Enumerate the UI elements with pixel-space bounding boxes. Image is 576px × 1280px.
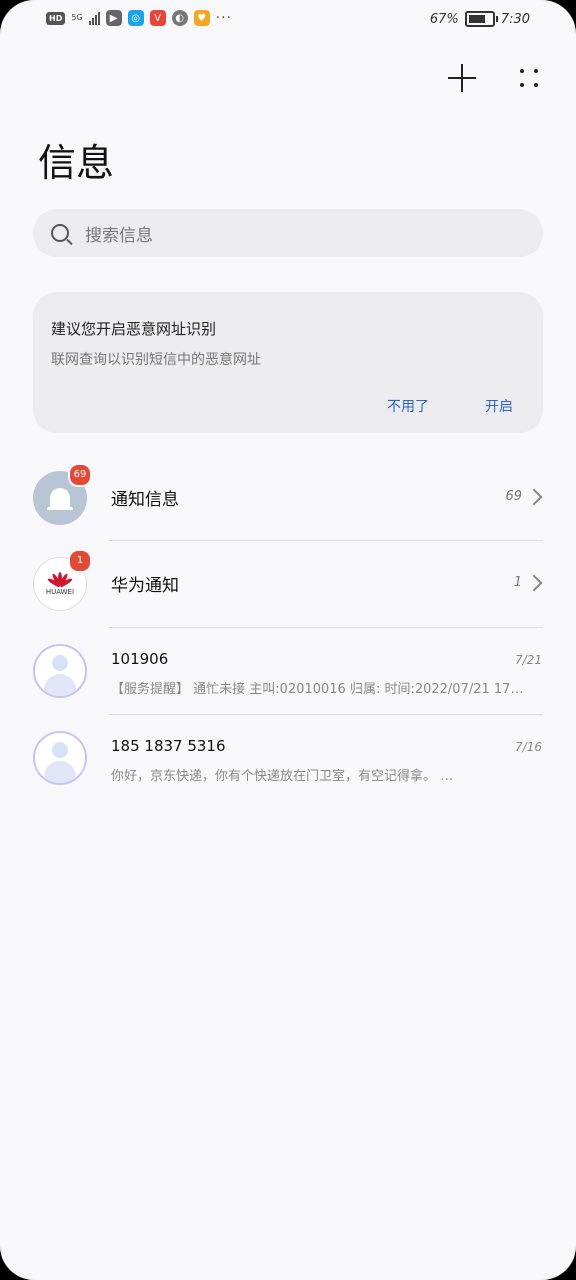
conversation-title: 185 1837 5316 bbox=[111, 737, 226, 755]
network-type: 5G bbox=[71, 13, 83, 22]
unread-count: 69 bbox=[505, 489, 522, 504]
status-right: 67% 7:30 bbox=[430, 11, 530, 27]
avatar bbox=[33, 644, 87, 698]
search-placeholder: 搜索信息 bbox=[85, 225, 153, 246]
conversation-title: 通知信息 bbox=[111, 490, 179, 510]
unread-badge: 1 bbox=[68, 549, 92, 573]
more-grid-icon[interactable] bbox=[518, 67, 540, 89]
page-title: 信息 bbox=[38, 141, 115, 185]
conversation-snippet: 你好，京东快递，你有个快递放在门卫室，有空记得拿。 … bbox=[111, 769, 454, 784]
conversation-18518375316[interactable]: 185 1837 5316 7/16 你好，京东快递，你有个快递放在门卫室，有空… bbox=[0, 715, 576, 801]
enable-button[interactable]: 开启 bbox=[485, 396, 513, 416]
conversation-notifications[interactable]: 69 通知信息 69 bbox=[0, 455, 576, 541]
dismiss-button[interactable]: 不用了 bbox=[387, 396, 429, 416]
battery-percent: 67% bbox=[429, 11, 459, 27]
conversation-huawei[interactable]: HUAWEI 1 华为通知 1 bbox=[0, 541, 576, 627]
bell-icon bbox=[47, 488, 73, 510]
card-title: 建议您开启恶意网址识别 bbox=[51, 320, 217, 338]
search-bar[interactable]: 搜索信息 bbox=[33, 209, 543, 257]
person-icon bbox=[35, 646, 85, 696]
avatar bbox=[33, 731, 87, 785]
signal-icon bbox=[88, 11, 100, 25]
unread-badge: 69 bbox=[68, 463, 92, 487]
clock: 7:30 bbox=[500, 11, 530, 27]
malicious-url-card: 建议您开启恶意网址识别 联网查询以识别短信中的恶意网址 不用了 开启 bbox=[33, 292, 543, 433]
person-icon bbox=[35, 733, 85, 783]
huawei-logo bbox=[46, 572, 74, 588]
status-bar: HD 5G ▶ ◎ V ◐ ♥ ··· 67% 7:30 bbox=[0, 0, 576, 42]
conversation-date: 7/16 bbox=[515, 740, 542, 754]
heart-app-icon: ♥ bbox=[193, 10, 210, 26]
chevron-right-icon bbox=[525, 574, 543, 592]
chevron-right-icon bbox=[525, 488, 543, 506]
conversation-title: 1019​06 bbox=[111, 650, 169, 668]
card-subtitle: 联网查询以识别短信中的恶意网址 bbox=[51, 352, 261, 368]
v-app-icon: V bbox=[149, 10, 166, 26]
huawei-avatar-text: HUAWEI bbox=[45, 588, 75, 596]
conversation-date: 7/21 bbox=[515, 653, 542, 667]
status-left: HD 5G ▶ ◎ V ◐ ♥ ··· bbox=[46, 10, 232, 26]
more-notifications-icon: ··· bbox=[215, 10, 232, 26]
battery-icon bbox=[464, 11, 498, 27]
hd-indicator: HD bbox=[46, 11, 66, 25]
conversation-title: 华为通知 bbox=[111, 576, 179, 596]
conversation-101906[interactable]: 1019​06 7/21 【服务提醒】 通忙未接 主叫:02010016 归属:… bbox=[0, 628, 576, 714]
video-app-icon: ▶ bbox=[105, 10, 122, 26]
search-icon bbox=[51, 224, 69, 242]
unread-count: 1 bbox=[513, 575, 522, 590]
search-app-icon: ◎ bbox=[127, 10, 144, 26]
conversation-snippet: 【服务提醒】 通忙未接 主叫:02010016 归属: 时间:2022/07/2… bbox=[111, 682, 524, 697]
browser-app-icon: ◐ bbox=[171, 10, 188, 26]
plus-icon[interactable] bbox=[448, 64, 476, 92]
messages-screen: HD 5G ▶ ◎ V ◐ ♥ ··· 67% 7:30 信息 搜索信息 建议您… bbox=[0, 0, 576, 1280]
top-actions bbox=[448, 64, 540, 92]
